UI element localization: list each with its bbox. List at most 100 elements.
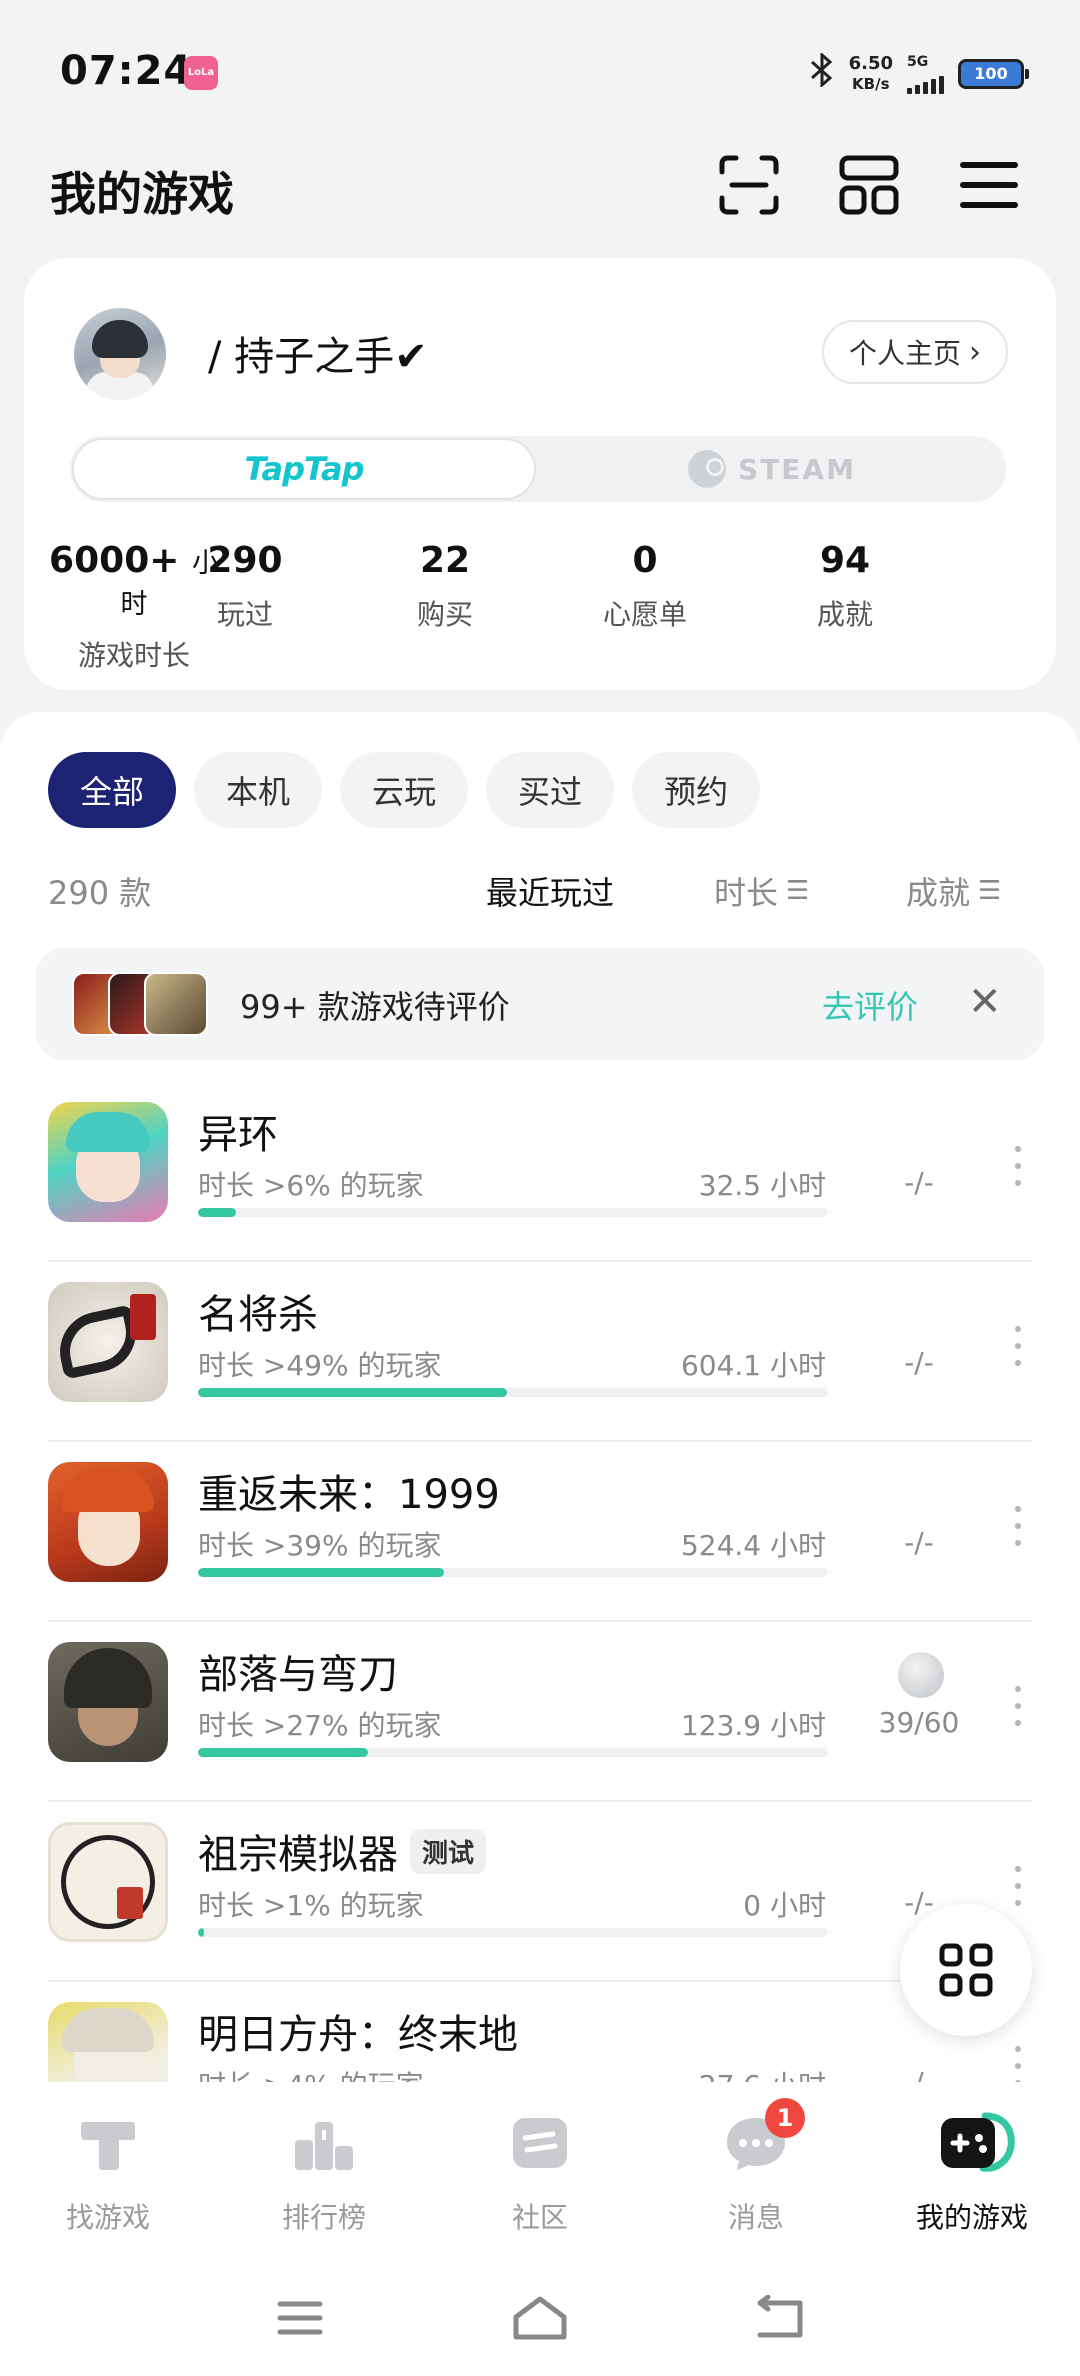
stat-label: 心愿单 bbox=[602, 598, 687, 631]
avatar[interactable] bbox=[74, 308, 166, 400]
stat-value: 290 bbox=[207, 540, 283, 581]
game-rank-text: 时长 >49% 的玩家 bbox=[198, 1349, 442, 1382]
menu-icon[interactable] bbox=[954, 150, 1024, 220]
nav-label: 排行榜 bbox=[281, 2201, 366, 2234]
achievement-badge-icon bbox=[898, 1652, 944, 1698]
game-hours: 123.9 小时 bbox=[680, 1709, 826, 1742]
game-icon[interactable] bbox=[48, 1282, 168, 1402]
stat-wishlist[interactable]: 0 心愿单 bbox=[565, 540, 725, 633]
steam-label: STEAM bbox=[738, 452, 856, 486]
game-title: 明日方舟：终末地 bbox=[198, 2002, 518, 2060]
game-hours: 604.1 小时 bbox=[680, 1349, 826, 1382]
filter-tab-cloud[interactable]: 云玩 bbox=[340, 752, 469, 828]
filter-tab-reserved[interactable]: 预约 bbox=[632, 752, 761, 828]
game-title-text: 异环 bbox=[198, 1112, 278, 1158]
sort-duration-label: 时长 bbox=[714, 874, 779, 912]
filter-tab-bought[interactable]: 买过 bbox=[486, 752, 615, 828]
bottom-nav: 找游戏 排行榜 社区 1 消息 我的游戏 bbox=[0, 2082, 1080, 2262]
status-time: 07:24 bbox=[60, 48, 193, 94]
message-icon: 1 bbox=[721, 2098, 805, 2178]
game-title: 名将杀 bbox=[198, 1282, 318, 1340]
more-options-icon[interactable] bbox=[1014, 1506, 1022, 1546]
stat-label: 游戏时长 bbox=[77, 639, 190, 672]
close-icon[interactable]: ✕ bbox=[968, 974, 1002, 1030]
game-thumbnail bbox=[144, 972, 208, 1036]
grid-icon bbox=[939, 1943, 993, 1997]
more-options-icon[interactable] bbox=[1014, 2046, 1022, 2082]
game-icon[interactable] bbox=[48, 2002, 168, 2082]
nav-label: 消息 bbox=[727, 2201, 784, 2234]
nav-ranking[interactable]: 排行榜 bbox=[224, 2108, 424, 2236]
sort-recent[interactable]: 最近玩过 bbox=[486, 868, 614, 914]
notification-app-icon: LoLa bbox=[184, 56, 218, 90]
stat-played[interactable]: 290 玩过 bbox=[165, 540, 325, 633]
more-options-icon[interactable] bbox=[1014, 1866, 1022, 1906]
nav-find-games[interactable]: 找游戏 bbox=[8, 2108, 208, 2236]
game-hours: 0 小时 bbox=[743, 1889, 826, 1922]
test-badge: 测试 bbox=[410, 1828, 487, 1874]
game-row[interactable]: 异环 时长 >6% 的玩家 32.5 小时 -/- bbox=[48, 1082, 1032, 1262]
game-hours: 524.4 小时 bbox=[680, 1529, 826, 1562]
game-icon[interactable] bbox=[48, 1822, 168, 1942]
sort-achievement-label: 成就 bbox=[906, 874, 971, 912]
sort-icon: ☰ bbox=[978, 876, 1002, 906]
achievement-count: 39/60 bbox=[878, 1706, 960, 1739]
platform-tab-steam[interactable]: STEAM bbox=[540, 438, 1004, 500]
playtime-progress bbox=[198, 1208, 828, 1217]
game-title-text: 祖宗模拟器 bbox=[198, 1832, 398, 1878]
sort-achievement[interactable]: 成就 ☰ bbox=[906, 868, 1001, 914]
game-rank-text: 时长 >1% 的玩家 bbox=[198, 1889, 424, 1922]
review-banner[interactable]: 99+ 款游戏待评价 去评价 ✕ bbox=[36, 948, 1044, 1060]
stat-value: 0 bbox=[632, 540, 658, 581]
game-row[interactable]: 祖宗模拟器 测试 时长 >1% 的玩家 0 小时 -/- bbox=[48, 1802, 1032, 1982]
recent-apps-icon[interactable] bbox=[270, 2288, 330, 2348]
review-banner-text: 99+ 款游戏待评价 bbox=[240, 988, 510, 1026]
sort-duration[interactable]: 时长 ☰ bbox=[714, 868, 809, 914]
game-icon[interactable] bbox=[48, 1102, 168, 1222]
stat-label: 玩过 bbox=[216, 598, 273, 631]
stat-label: 购买 bbox=[416, 598, 473, 631]
filter-tab-all[interactable]: 全部 bbox=[48, 752, 177, 828]
stat-achievements[interactable]: 94 成就 bbox=[765, 540, 925, 633]
game-icon[interactable] bbox=[48, 1462, 168, 1582]
more-options-icon[interactable] bbox=[1014, 1146, 1022, 1186]
progress-fill bbox=[198, 1388, 507, 1397]
home-icon[interactable] bbox=[510, 2288, 570, 2348]
stat-purchased[interactable]: 22 购买 bbox=[365, 540, 525, 633]
achievement-count: -/- bbox=[904, 1346, 934, 1379]
status-right: 6.50 KB/s 5G 100 bbox=[809, 51, 1029, 96]
nav-my-games[interactable]: 我的游戏 bbox=[872, 2108, 1072, 2236]
network-signal: 5G bbox=[907, 54, 944, 94]
profile-home-button[interactable]: 个人主页 › bbox=[822, 320, 1008, 384]
steam-logo-icon bbox=[688, 450, 727, 488]
go-review-link[interactable]: 去评价 bbox=[822, 982, 918, 1028]
achievement-count: -/- bbox=[864, 2066, 974, 2082]
game-row[interactable]: 名将杀 时长 >49% 的玩家 604.1 小时 -/- bbox=[48, 1262, 1032, 1442]
game-title: 重返未来：1999 bbox=[198, 1462, 500, 1520]
sort-icon: ☰ bbox=[786, 876, 810, 906]
nav-label: 我的游戏 bbox=[915, 2201, 1028, 2234]
game-row[interactable]: 重返未来：1999 时长 >39% 的玩家 524.4 小时 -/- bbox=[48, 1442, 1032, 1622]
platform-tab-taptap[interactable]: TapTap bbox=[72, 438, 536, 500]
bluetooth-icon bbox=[809, 51, 835, 96]
layout-grid-icon[interactable] bbox=[834, 150, 904, 220]
scan-icon[interactable] bbox=[714, 150, 784, 220]
back-icon[interactable] bbox=[750, 2288, 810, 2348]
game-row[interactable]: 明日方舟：终末地 时长 >4% 的玩家 27.6 小时 -/- bbox=[48, 1982, 1032, 2082]
nav-community[interactable]: 社区 bbox=[440, 2108, 640, 2236]
filter-tab-local[interactable]: 本机 bbox=[194, 752, 323, 828]
my-games-icon bbox=[937, 2108, 1015, 2178]
achievement-count: -/- bbox=[904, 1526, 934, 1559]
net-speed-value: 6.50 bbox=[848, 53, 893, 74]
floating-grid-button[interactable] bbox=[900, 1904, 1032, 2036]
unread-badge: 1 bbox=[765, 2098, 805, 2138]
more-options-icon[interactable] bbox=[1014, 1326, 1022, 1366]
game-row[interactable]: 部落与弯刀 时长 >27% 的玩家 123.9 小时 39/60 bbox=[48, 1622, 1032, 1802]
nav-messages[interactable]: 1 消息 bbox=[656, 2098, 856, 2236]
game-hours: 27.6 小时 bbox=[699, 2064, 826, 2082]
more-options-icon[interactable] bbox=[1014, 1686, 1022, 1726]
filter-tabs: 全部 本机 云玩 买过 预约 bbox=[48, 752, 761, 828]
games-list-panel: 全部 本机 云玩 买过 预约 290 款 最近玩过 时长 ☰ 成就 ☰ 99+ … bbox=[0, 712, 1080, 2082]
game-hours: 32.5 小时 bbox=[698, 1169, 826, 1202]
game-icon[interactable] bbox=[48, 1642, 168, 1762]
